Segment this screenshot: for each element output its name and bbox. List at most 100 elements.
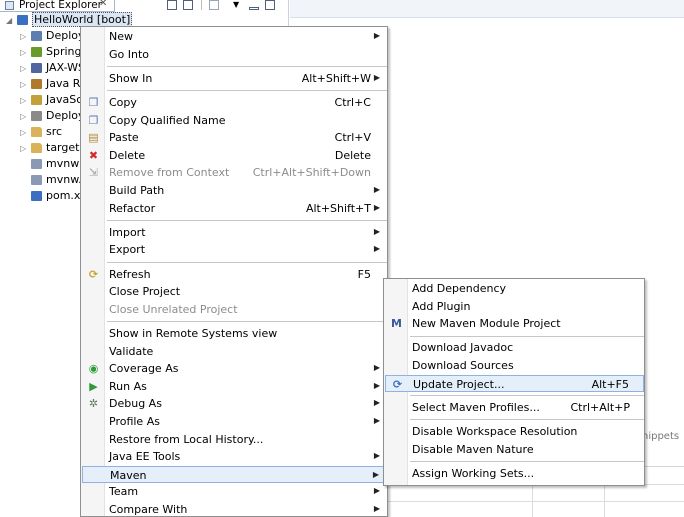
- minimize-icon[interactable]: [249, 7, 259, 10]
- menu-item-label: Build Path: [109, 184, 165, 197]
- deployed-resources-icon: [31, 111, 42, 121]
- view-toolbar: ▼: [164, 0, 284, 11]
- collapsed-twisty-icon[interactable]: ▷: [20, 144, 26, 153]
- menu-item-label: Add Plugin: [412, 299, 471, 313]
- javascript-resources-icon: [31, 95, 42, 105]
- maven-pom-icon: [31, 191, 42, 201]
- menu-item-label: Paste: [109, 131, 139, 145]
- menu-item-close-project[interactable]: Close Project: [82, 283, 387, 300]
- menu-item-import[interactable]: Import ▶: [82, 224, 387, 241]
- spring-icon: [31, 47, 42, 57]
- menu-item-disable-workspace-resolution[interactable]: Disable Workspace Resolution: [385, 423, 644, 440]
- table-row-divider: [385, 501, 684, 502]
- menu-item-label: Refactor: [109, 201, 156, 215]
- menu-item-restore-from-local-history[interactable]: Restore from Local History...: [82, 431, 387, 448]
- collapsed-twisty-icon[interactable]: ▷: [20, 64, 26, 73]
- menu-item-assign-working-sets[interactable]: Assign Working Sets...: [385, 465, 644, 482]
- view-menu-chevron-down-icon[interactable]: ▼: [233, 0, 243, 10]
- expanded-twisty-icon[interactable]: ◢: [6, 16, 12, 25]
- project-icon: [17, 15, 28, 25]
- menu-item-profile-as[interactable]: Profile As ▶: [82, 413, 387, 430]
- menu-separator: [107, 66, 387, 68]
- tree-item-label: Deploy: [46, 109, 85, 122]
- menu-item-label: Maven: [110, 468, 147, 482]
- tree-item-label: Deploy: [46, 29, 85, 42]
- collapse-all-icon[interactable]: [167, 0, 177, 10]
- menu-item-debug-as[interactable]: ✲ Debug As ▶: [82, 395, 387, 412]
- collapsed-twisty-icon[interactable]: ▷: [20, 112, 26, 121]
- menu-separator: [107, 90, 387, 92]
- menu-item-refresh[interactable]: ⟳ Refresh F5: [82, 266, 387, 283]
- collapsed-twisty-icon[interactable]: ▷: [20, 128, 26, 137]
- menu-item-label: Show in Remote Systems view: [109, 327, 278, 340]
- tree-item-label: mvnw: [46, 157, 80, 170]
- menu-item-label: Debug As: [109, 397, 162, 411]
- menu-item-label: Refresh: [109, 267, 151, 281]
- menu-item-shortcut: Ctrl+Alt+P: [570, 400, 630, 414]
- submenu-arrow-icon: ▶: [373, 185, 380, 194]
- collapsed-twisty-icon[interactable]: ▷: [20, 32, 26, 41]
- menu-item-validate[interactable]: Validate: [82, 343, 387, 360]
- menu-item-label: Close Unrelated Project: [109, 302, 238, 316]
- menu-item-coverage-as[interactable]: ◉ Coverage As ▶: [82, 360, 387, 377]
- link-with-editor-icon[interactable]: [183, 0, 193, 10]
- menu-item-disable-maven-nature[interactable]: Disable Maven Nature: [385, 441, 644, 458]
- delete-icon: ✖: [88, 148, 99, 162]
- menu-item-label: Disable Workspace Resolution: [412, 425, 578, 438]
- menu-item-add-dependency[interactable]: Add Dependency: [385, 280, 644, 297]
- menu-item-label: Disable Maven Nature: [412, 442, 534, 456]
- menu-item-download-sources[interactable]: Download Sources: [385, 357, 644, 374]
- menu-item-compare-with[interactable]: Compare With ▶: [82, 501, 387, 517]
- menu-separator: [410, 395, 644, 397]
- submenu-arrow-icon: ▶: [373, 416, 380, 425]
- menu-item-update-project[interactable]: ⟳ Update Project... Alt+F5: [385, 374, 644, 392]
- menu-item-go-into[interactable]: Go Into: [82, 46, 387, 63]
- menu-item-copy[interactable]: ❐ Copy Ctrl+C: [82, 94, 387, 111]
- submenu-arrow-icon: ▶: [373, 504, 380, 513]
- menu-item-new-maven-module-project[interactable]: M New Maven Module Project: [385, 315, 644, 332]
- submenu-arrow-icon: ▶: [373, 226, 380, 236]
- focus-icon[interactable]: [209, 0, 219, 10]
- menu-item-java-ee-tools[interactable]: Java EE Tools ▶: [82, 448, 387, 465]
- menu-item-download-javadoc[interactable]: Download Javadoc: [385, 339, 644, 356]
- menu-item-label: Copy Qualified Name: [109, 113, 226, 127]
- tree-item-label: Spring: [46, 45, 82, 58]
- menu-item-export[interactable]: Export ▶: [82, 241, 387, 258]
- debug-icon: ✲: [88, 397, 99, 411]
- menu-item-new[interactable]: New ▶: [82, 28, 387, 45]
- menu-item-refactor[interactable]: Refactor Alt+Shift+T ▶: [82, 200, 387, 217]
- menu-item-label: Validate: [109, 344, 154, 358]
- menu-item-paste[interactable]: ▤ Paste Ctrl+V: [82, 129, 387, 146]
- menu-item-select-maven-profiles[interactable]: Select Maven Profiles... Ctrl+Alt+P: [385, 399, 644, 416]
- folder-icon: [31, 127, 42, 137]
- folder-icon: [31, 143, 42, 153]
- maximize-icon[interactable]: [265, 0, 275, 10]
- menu-item-delete[interactable]: ✖ Delete Delete: [82, 147, 387, 164]
- collapsed-twisty-icon[interactable]: ▷: [20, 96, 26, 105]
- maven-submenu: Add Dependency Add Plugin M New Maven Modul…: [383, 278, 645, 486]
- menu-item-run-as[interactable]: ▶ Run As ▶: [82, 378, 387, 395]
- collapsed-twisty-icon[interactable]: ▷: [20, 80, 26, 89]
- submenu-arrow-icon: ▶: [373, 380, 380, 390]
- menu-item-team[interactable]: Team ▶: [82, 483, 387, 500]
- menu-item-shortcut: Ctrl+C: [334, 96, 371, 109]
- menu-item-copy-qualified-name[interactable]: ❐ Copy Qualified Name: [82, 112, 387, 129]
- snippets-tab-label[interactable]: nippets: [642, 431, 679, 442]
- menu-item-add-plugin[interactable]: Add Plugin: [385, 298, 644, 315]
- menu-item-label: Java EE Tools: [109, 450, 181, 464]
- editor-header: [290, 0, 684, 18]
- menu-item-build-path[interactable]: Build Path ▶: [82, 182, 387, 199]
- menu-item-label: Coverage As: [109, 362, 179, 376]
- refresh-icon: ⟳: [88, 267, 99, 281]
- close-icon[interactable]: ✕: [99, 0, 107, 9]
- collapsed-twisty-icon[interactable]: ▷: [20, 48, 26, 57]
- menu-item-label: Profile As: [109, 415, 160, 428]
- maven-module-icon: M: [391, 317, 402, 331]
- menu-item-show-in-remote-systems-view[interactable]: Show in Remote Systems view: [82, 325, 387, 342]
- menu-item-show-in[interactable]: Show In Alt+Shift+W ▶: [82, 70, 387, 87]
- remove-context-icon: ⇲: [88, 166, 99, 180]
- menu-item-maven[interactable]: Maven ▶: [82, 465, 387, 483]
- tab-project-explorer[interactable]: Project Explorer ✕: [0, 0, 115, 12]
- context-menu: New ▶ Go Into Show In Alt+Shift+W ▶ ❐ Copy Ctrl+…: [80, 26, 388, 517]
- paste-icon: ▤: [88, 131, 99, 145]
